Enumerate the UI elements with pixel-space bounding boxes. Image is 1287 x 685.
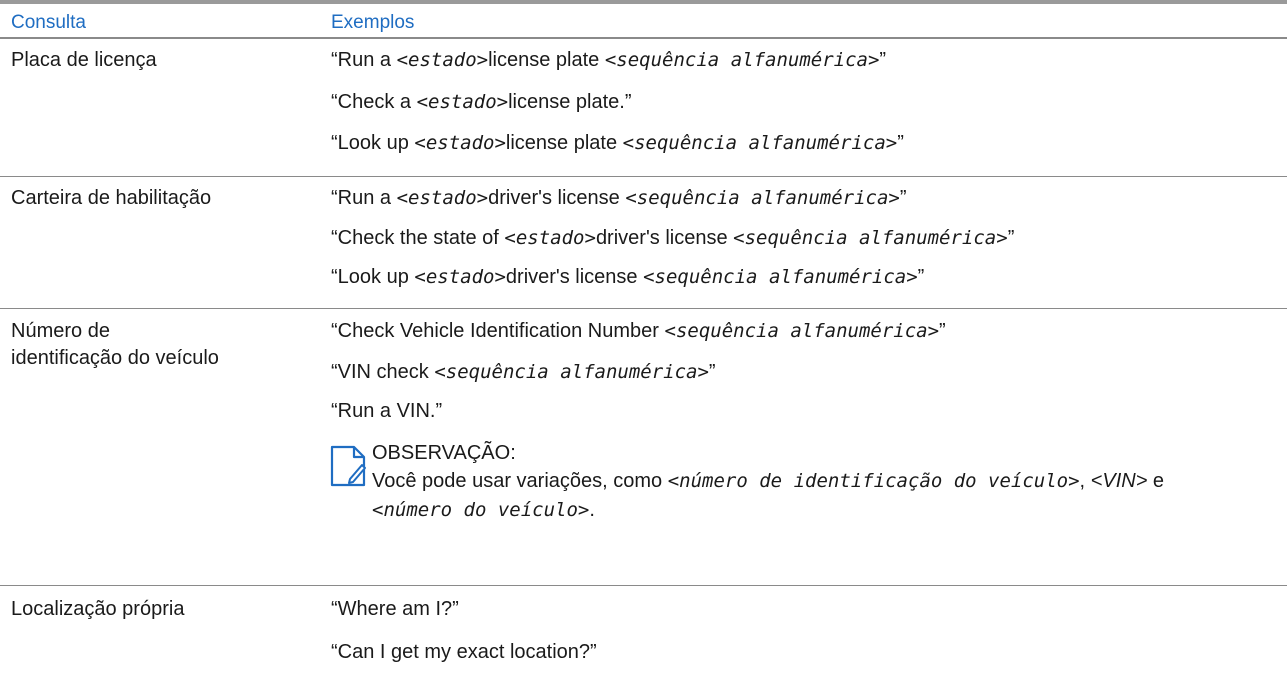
header-exemplos: Exemplos: [331, 12, 415, 33]
table-header: Consulta Exemplos: [0, 0, 1287, 39]
note-title: OBSERVAÇÃO:: [372, 442, 516, 464]
table-row-vin: Número de identificação do veículo “Chec…: [0, 309, 1287, 586]
example-line: “Look up <estado>license plate <sequênci…: [331, 132, 904, 154]
table-row-placa: Placa de licença “Run a <estado>license …: [0, 39, 1287, 177]
query-vin-line2: identificação do veículo: [11, 347, 219, 369]
note-box: OBSERVAÇÃO: Você pode usar variações, co…: [328, 440, 1228, 530]
query-localizacao: Localização própria: [11, 598, 185, 620]
query-carteira: Carteira de habilitação: [11, 187, 212, 209]
note-icon: [330, 445, 366, 487]
header-consulta: Consulta: [11, 12, 86, 33]
table-row-localizacao: Localização própria “Where am I?” “Can I…: [0, 586, 1287, 685]
example-line: “Where am I?”: [331, 598, 459, 620]
query-vin-line1: Número de: [11, 320, 110, 342]
example-line: “Run a <estado>driver's license <sequênc…: [331, 187, 907, 209]
table-row-carteira: Carteira de habilitação “Run a <estado>d…: [0, 177, 1287, 309]
example-line: “Run a VIN.”: [331, 400, 443, 422]
query-vin: Número de identificação do veículo: [11, 318, 219, 372]
example-line: “VIN check <sequência alfanumérica>”: [331, 361, 716, 383]
example-line: “Look up <estado>driver's license <sequê…: [331, 266, 925, 288]
example-line: “Check a <estado>license plate.”: [331, 91, 632, 113]
note-text: Você pode usar variações, como <número d…: [372, 470, 1165, 521]
example-line: “Run a <estado>license plate <sequência …: [331, 49, 887, 71]
example-line: “Can I get my exact location?”: [331, 641, 597, 663]
example-line: “Check the state of <estado>driver's lic…: [331, 227, 1015, 249]
query-placa: Placa de licença: [11, 49, 157, 71]
example-line: “Check Vehicle Identification Number <se…: [331, 320, 946, 342]
